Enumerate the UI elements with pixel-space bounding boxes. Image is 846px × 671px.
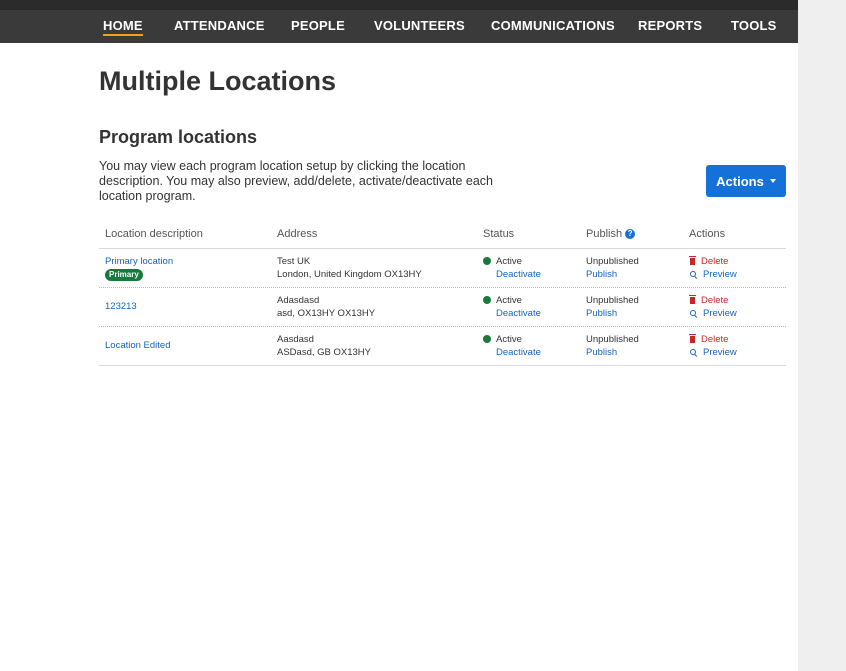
- col-location-description: Location description: [105, 228, 203, 240]
- help-icon[interactable]: ?: [625, 229, 636, 239]
- actions-button[interactable]: Actions: [706, 165, 786, 197]
- status-dot-icon: [483, 257, 491, 265]
- status-text: Active: [496, 334, 522, 345]
- preview-label: Preview: [703, 347, 737, 358]
- col-publish: Publish?: [586, 228, 636, 240]
- preview-action[interactable]: Preview: [690, 346, 737, 359]
- actions-cell: Delete Preview: [689, 333, 737, 359]
- table-row: 123213 Adasdasd asd, OX13HY OX13HY Activ…: [99, 288, 786, 327]
- address-line-1: Adasdasd: [277, 295, 320, 306]
- trash-icon: [689, 256, 696, 265]
- top-strip: [0, 0, 798, 10]
- right-side-panel: [798, 0, 846, 671]
- publish-cell: Unpublished Publish: [586, 333, 639, 359]
- main-nav: HOME ATTENDANCE PEOPLE VOLUNTEERS COMMUN…: [0, 10, 798, 43]
- page-title: Multiple Locations: [99, 66, 337, 96]
- status-dot-icon: [483, 296, 491, 304]
- address-line-2: London, United Kingdom OX13HY: [277, 269, 422, 280]
- address-line-2: ASDasd, GB OX13HY: [277, 347, 371, 358]
- section-title: Program locations: [99, 127, 258, 147]
- table-header: Location description Address Status Publ…: [99, 222, 786, 249]
- deactivate-link[interactable]: Deactivate: [483, 307, 541, 320]
- deactivate-link[interactable]: Deactivate: [483, 346, 541, 359]
- col-actions: Actions: [689, 228, 726, 240]
- section-description: You may view each program location setup…: [99, 159, 494, 203]
- delete-action[interactable]: Delete: [689, 333, 737, 346]
- primary-badge: Primary: [105, 269, 143, 281]
- col-publish-label: Publish: [586, 228, 623, 240]
- address-line-2: asd, OX13HY OX13HY: [277, 308, 376, 319]
- delete-label: Delete: [701, 295, 729, 306]
- deactivate-link[interactable]: Deactivate: [483, 268, 541, 281]
- preview-label: Preview: [703, 308, 737, 319]
- actions-button-label: Actions: [716, 173, 764, 189]
- delete-label: Delete: [701, 334, 729, 345]
- location-link[interactable]: 123213: [105, 301, 137, 312]
- publish-cell: Unpublished Publish: [586, 255, 639, 281]
- publish-cell: Unpublished Publish: [586, 294, 639, 320]
- publish-status: Unpublished: [586, 334, 639, 345]
- nav-item-attendance[interactable]: ATTENDANCE: [174, 18, 265, 33]
- location-link[interactable]: Primary location: [105, 256, 173, 267]
- location-link[interactable]: Location Edited: [105, 340, 171, 351]
- status-cell: Active Deactivate: [483, 294, 541, 320]
- publish-link[interactable]: Publish: [586, 307, 639, 320]
- actions-cell: Delete Preview: [689, 255, 737, 281]
- nav-item-people[interactable]: PEOPLE: [291, 18, 345, 33]
- address-line-1: Test UK: [277, 256, 311, 267]
- address-cell: Adasdasd asd, OX13HY OX13HY: [277, 294, 375, 320]
- publish-status: Unpublished: [586, 256, 639, 267]
- nav-item-home[interactable]: HOME: [103, 18, 143, 36]
- caret-down-icon: [769, 179, 776, 183]
- status-dot-icon: [483, 335, 491, 343]
- col-status: Status: [483, 228, 515, 240]
- table-row: Location Edited Aasdasd ASDasd, GB OX13H…: [99, 327, 786, 366]
- delete-label: Delete: [701, 256, 729, 267]
- delete-action[interactable]: Delete: [689, 294, 737, 307]
- nav-item-reports[interactable]: REPORTS: [638, 18, 702, 33]
- nav-item-communications[interactable]: COMMUNICATIONS: [491, 18, 615, 33]
- nav-item-tools[interactable]: TOOLS: [731, 18, 777, 33]
- actions-cell: Delete Preview: [689, 294, 737, 320]
- magnifier-icon: [690, 310, 696, 316]
- publish-status: Unpublished: [586, 295, 639, 306]
- magnifier-icon: [690, 349, 696, 355]
- trash-icon: [689, 295, 696, 304]
- status-text: Active: [496, 256, 522, 267]
- col-address: Address: [277, 228, 318, 240]
- address-cell: Aasdasd ASDasd, GB OX13HY: [277, 333, 371, 359]
- preview-action[interactable]: Preview: [690, 268, 737, 281]
- preview-action[interactable]: Preview: [690, 307, 737, 320]
- address-cell: Test UK London, United Kingdom OX13HY: [277, 255, 422, 281]
- trash-icon: [689, 334, 696, 343]
- locations-table: Location description Address Status Publ…: [99, 222, 786, 366]
- preview-label: Preview: [703, 269, 737, 280]
- publish-link[interactable]: Publish: [586, 268, 639, 281]
- publish-link[interactable]: Publish: [586, 346, 639, 359]
- status-cell: Active Deactivate: [483, 333, 541, 359]
- status-text: Active: [496, 295, 522, 306]
- delete-action[interactable]: Delete: [689, 255, 737, 268]
- nav-item-volunteers[interactable]: VOLUNTEERS: [374, 18, 465, 33]
- address-line-1: Aasdasd: [277, 334, 314, 345]
- status-cell: Active Deactivate: [483, 255, 541, 281]
- magnifier-icon: [690, 271, 696, 277]
- table-row: Primary location Primary Test UK London,…: [99, 249, 786, 288]
